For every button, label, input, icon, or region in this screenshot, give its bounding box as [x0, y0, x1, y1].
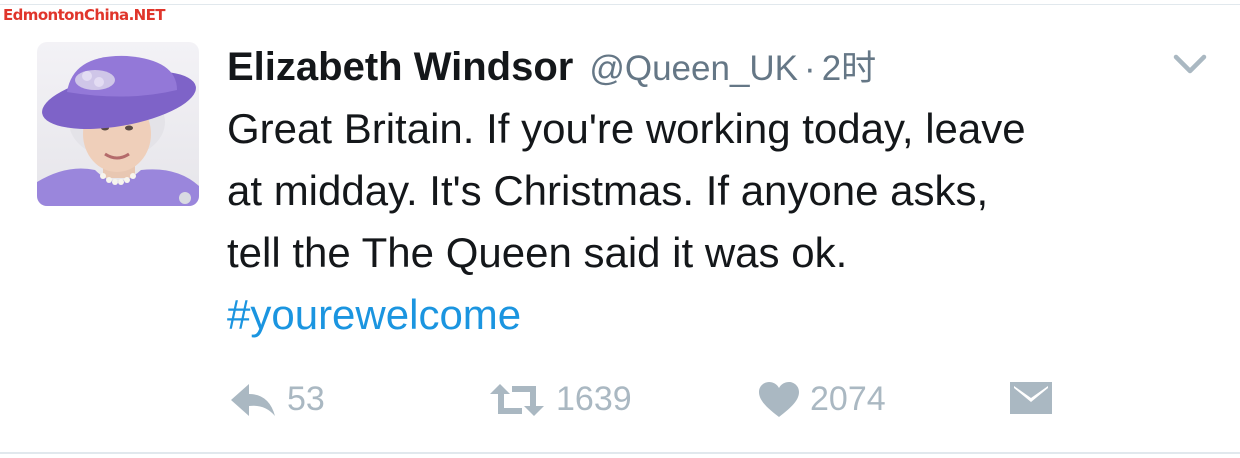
message-button[interactable] — [1009, 380, 1053, 416]
like-button[interactable]: 2074 — [758, 380, 886, 419]
retweet-button[interactable]: 1639 — [488, 380, 632, 419]
top-divider — [0, 4, 1240, 5]
tweet-actions: 53 1639 2074 — [0, 380, 1240, 420]
retweet-icon — [490, 383, 544, 416]
chevron-down-icon[interactable] — [1172, 52, 1208, 76]
bottom-divider — [0, 452, 1240, 454]
display-name[interactable]: Elizabeth Windsor — [227, 45, 573, 90]
avatar[interactable] — [37, 42, 199, 206]
heart-icon — [759, 381, 799, 417]
tweet-text: Great Britain. If you're working today, … — [227, 98, 1217, 346]
user-handle[interactable]: @Queen_UK — [589, 49, 798, 89]
separator-dot: · — [804, 49, 816, 88]
tweet-text-line: at midday. It's Christmas. If anyone ask… — [227, 167, 989, 214]
tweet-header: Elizabeth Windsor @Queen_UK · 2时 — [227, 40, 876, 91]
tweet-text-line: Great Britain. If you're working today, … — [227, 105, 1026, 152]
hashtag-link[interactable]: #yourewelcome — [227, 284, 1217, 346]
timestamp[interactable]: 2时 — [822, 40, 876, 91]
avatar-image — [37, 42, 199, 206]
like-count: 2074 — [810, 380, 886, 418]
retweet-count: 1639 — [556, 380, 632, 418]
envelope-icon — [1010, 382, 1052, 414]
watermark: EdmontonChina.NET — [3, 6, 166, 24]
reply-button[interactable]: 53 — [229, 380, 325, 419]
reply-count: 53 — [287, 380, 325, 418]
tweet-text-line: tell the The Queen said it was ok. — [227, 229, 848, 276]
reply-icon — [231, 383, 275, 416]
